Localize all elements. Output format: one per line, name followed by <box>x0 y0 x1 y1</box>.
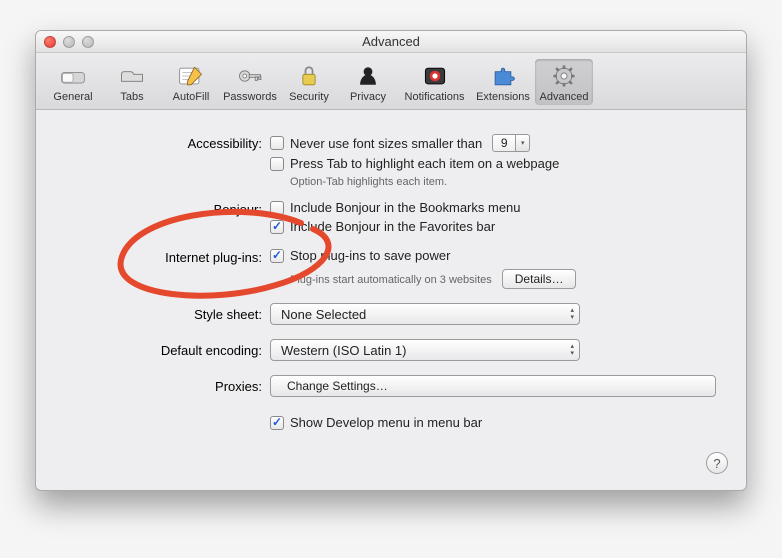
row-develop: Show Develop menu in menu bar <box>66 415 716 430</box>
label-plugins: Internet plug-ins: <box>66 248 270 265</box>
text-never-font: Never use font sizes smaller than <box>290 136 482 151</box>
details-button[interactable]: Details… <box>502 269 577 289</box>
preferences-window: Advanced General Tabs AutoFill <box>35 30 747 491</box>
popup-encoding-value: Western (ISO Latin 1) <box>281 343 406 358</box>
row-proxies: Proxies: Change Settings… <box>66 375 716 397</box>
pencil-form-icon <box>175 62 207 90</box>
checkbox-bonjour-favorites[interactable] <box>270 220 284 234</box>
change-settings-button[interactable]: Change Settings… <box>270 375 716 397</box>
tab-icon <box>116 62 148 90</box>
toolbar: General Tabs AutoFill Passwords <box>36 53 746 110</box>
label-bonjour: Bonjour: <box>66 200 270 217</box>
puzzle-icon <box>487 62 519 90</box>
tab-advanced[interactable]: Advanced <box>535 59 593 105</box>
tab-label: Passwords <box>221 91 279 103</box>
font-size-value: 9 <box>492 134 516 152</box>
text-bonjour-bookmarks: Include Bonjour in the Bookmarks menu <box>290 200 521 215</box>
titlebar: Advanced <box>36 31 746 53</box>
note-option-tab: Option-Tab highlights each item. <box>290 176 716 188</box>
close-icon[interactable] <box>44 36 56 48</box>
text-bonjour-favorites: Include Bonjour in the Favorites bar <box>290 219 495 234</box>
window-title: Advanced <box>36 34 746 49</box>
tab-notifications[interactable]: Notifications <box>398 59 471 105</box>
label-encoding: Default encoding: <box>66 343 270 358</box>
tab-passwords[interactable]: Passwords <box>221 59 279 105</box>
traffic-lights <box>44 36 94 48</box>
checkbox-press-tab[interactable] <box>270 157 284 171</box>
content-area: Accessibility: Never use font sizes smal… <box>36 110 746 490</box>
tab-security[interactable]: Security <box>280 59 338 105</box>
text-develop-menu: Show Develop menu in menu bar <box>290 415 482 430</box>
silhouette-icon <box>352 62 384 90</box>
row-encoding: Default encoding: Western (ISO Latin 1) … <box>66 339 716 361</box>
tab-general[interactable]: General <box>44 59 102 105</box>
help-button[interactable]: ? <box>706 452 728 474</box>
zoom-icon[interactable] <box>82 36 94 48</box>
note-plugin-sites: Plug-ins start automatically on 3 websit… <box>290 274 492 286</box>
tab-extensions[interactable]: Extensions <box>472 59 534 105</box>
label-accessibility: Accessibility: <box>66 134 270 151</box>
row-plugins: Internet plug-ins: Stop plug-ins to save… <box>66 248 716 289</box>
label-stylesheet: Style sheet: <box>66 307 270 322</box>
checkbox-stop-plugins[interactable] <box>270 249 284 263</box>
popup-stylesheet[interactable]: None Selected ▴▾ <box>270 303 580 325</box>
tab-label: AutoFill <box>162 91 220 103</box>
chevron-down-icon: ▾ <box>516 134 530 152</box>
checkbox-bonjour-bookmarks[interactable] <box>270 201 284 215</box>
tab-autofill[interactable]: AutoFill <box>162 59 220 105</box>
tab-label: Security <box>280 91 338 103</box>
text-stop-plugins: Stop plug-ins to save power <box>290 248 450 263</box>
tab-label: Notifications <box>398 91 471 103</box>
updown-icon: ▴▾ <box>570 343 574 357</box>
checkbox-develop-menu[interactable] <box>270 416 284 430</box>
text-press-tab: Press Tab to highlight each item on a we… <box>290 156 559 171</box>
tab-privacy[interactable]: Privacy <box>339 59 397 105</box>
tab-label: Advanced <box>535 91 593 103</box>
minimize-icon[interactable] <box>63 36 75 48</box>
key-icon <box>234 62 266 90</box>
row-bonjour: Bonjour: Include Bonjour in the Bookmark… <box>66 200 716 234</box>
gear-icon <box>548 62 580 90</box>
tab-label: Tabs <box>103 91 161 103</box>
switch-icon <box>57 62 89 90</box>
tab-label: General <box>44 91 102 103</box>
popup-stylesheet-value: None Selected <box>281 307 366 322</box>
notification-icon <box>419 62 451 90</box>
help-icon: ? <box>713 456 720 471</box>
tab-tabs[interactable]: Tabs <box>103 59 161 105</box>
checkbox-font-size[interactable] <box>270 136 284 150</box>
tab-label: Privacy <box>339 91 397 103</box>
font-size-stepper[interactable]: 9 ▾ <box>492 134 530 152</box>
updown-icon: ▴▾ <box>570 307 574 321</box>
tab-label: Extensions <box>472 91 534 103</box>
lock-icon <box>293 62 325 90</box>
label-proxies: Proxies: <box>66 379 270 394</box>
row-stylesheet: Style sheet: None Selected ▴▾ <box>66 303 716 325</box>
popup-encoding[interactable]: Western (ISO Latin 1) ▴▾ <box>270 339 580 361</box>
row-accessibility: Accessibility: Never use font sizes smal… <box>66 134 716 188</box>
